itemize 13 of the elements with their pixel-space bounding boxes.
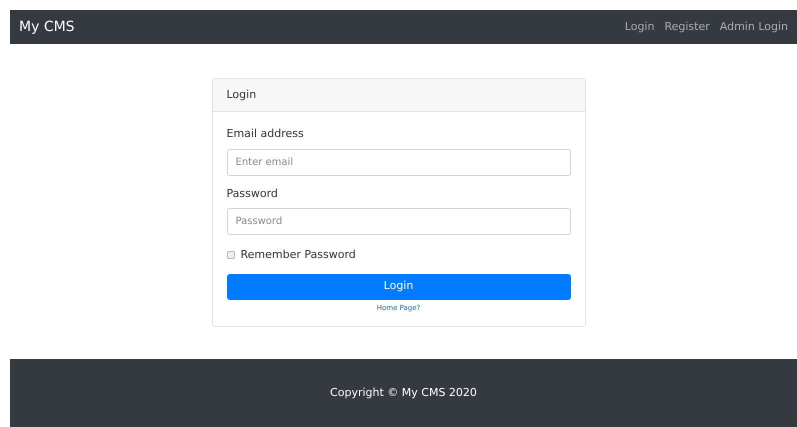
nav-link[interactable]: Register xyxy=(664,18,710,36)
login-button[interactable]: Login xyxy=(226,274,570,300)
nav-link[interactable]: Admin Login xyxy=(720,18,788,36)
field-label: Email address xyxy=(226,126,305,142)
input-field[interactable]: Enter email xyxy=(226,148,570,176)
checkbox-label: Remember Password xyxy=(240,247,356,263)
nav-link[interactable]: Login xyxy=(624,18,654,36)
remember-checkbox[interactable] xyxy=(226,251,234,260)
card-title: Login xyxy=(226,86,256,103)
field-label: Password xyxy=(226,186,279,202)
brand-link[interactable]: My CMS xyxy=(19,16,75,38)
copyright-text: Copyright © My CMS 2020 xyxy=(330,384,477,401)
input-field[interactable]: Password xyxy=(226,208,570,235)
